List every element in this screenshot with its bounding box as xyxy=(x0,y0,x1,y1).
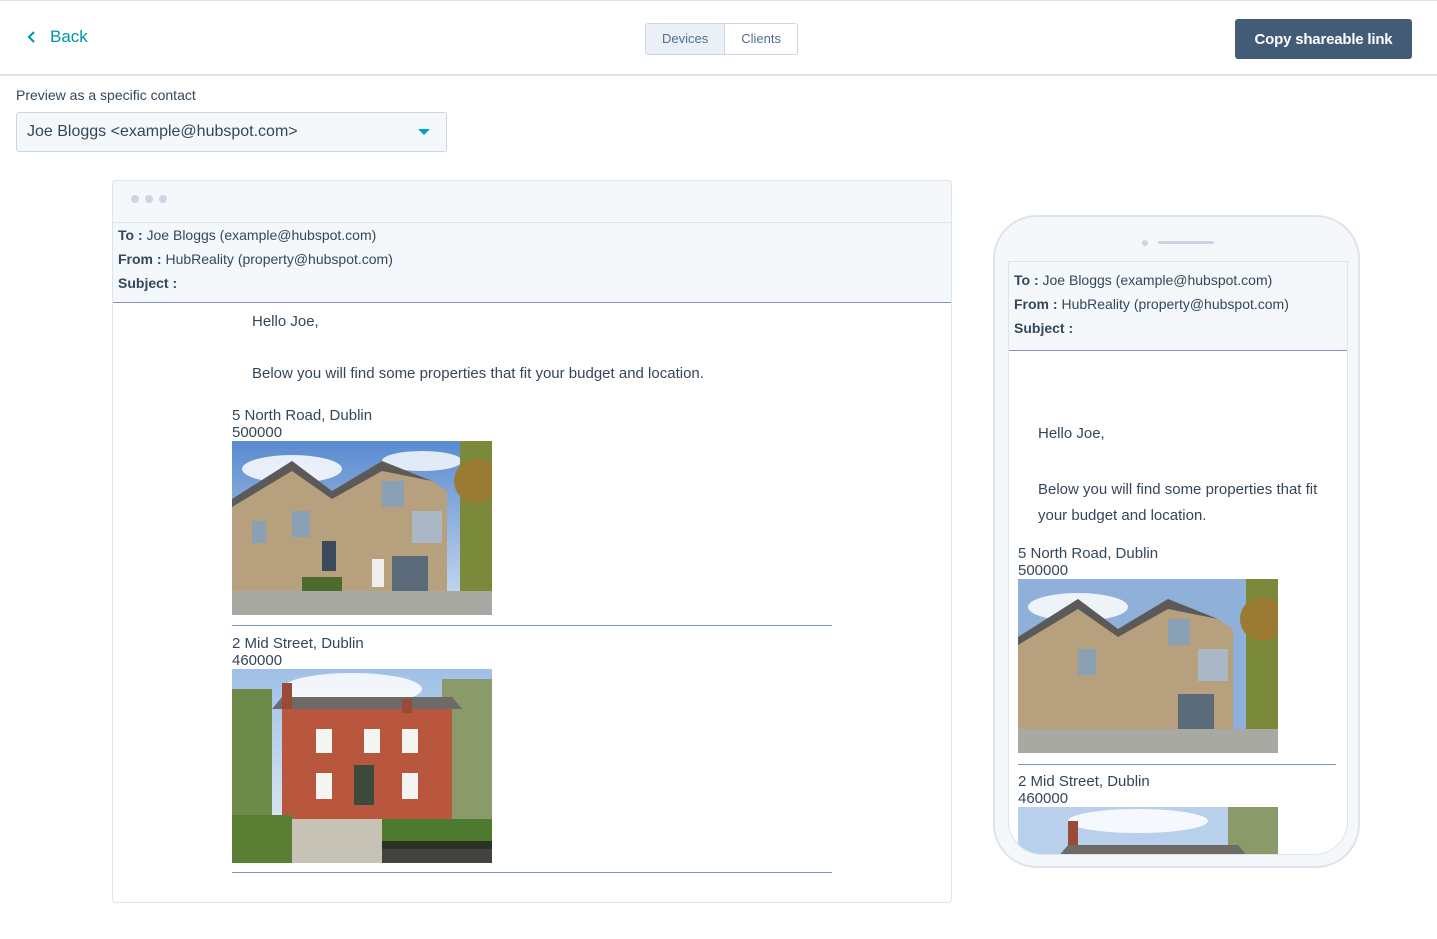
caret-down-icon xyxy=(418,129,430,135)
to-value: Joe Bloggs (example@hubspot.com) xyxy=(146,227,377,243)
tab-devices[interactable]: Devices xyxy=(646,24,726,54)
contact-select[interactable]: Joe Bloggs <example@hubspot.com> xyxy=(16,112,447,152)
preview-contact-label: Preview as a specific contact xyxy=(16,87,196,103)
window-bar xyxy=(113,181,951,223)
property-price: 500000 xyxy=(232,424,283,441)
property-item: 2 Mid Street, Dublin 460000 xyxy=(232,635,492,863)
property-photo-red-brick-house[interactable] xyxy=(1018,807,1278,855)
property-item: 5 North Road, Dublin 500000 xyxy=(1018,545,1278,753)
property-photo-modern-terrace[interactable] xyxy=(232,441,492,615)
copy-shareable-link-button[interactable]: Copy shareable link xyxy=(1235,19,1412,59)
from-label: From : xyxy=(1014,296,1058,312)
intro-text: Below you will find some properties that… xyxy=(1038,481,1318,524)
from-value: HubReality (property@hubspot.com) xyxy=(1061,296,1289,312)
phone-speaker-icon xyxy=(1158,241,1214,244)
subject-row: Subject : xyxy=(118,273,946,297)
property-item: 2 Mid Street, Dublin 460000 xyxy=(1018,773,1278,855)
view-toggle: Devices Clients xyxy=(645,23,798,55)
property-photo-modern-terrace[interactable] xyxy=(1018,579,1278,753)
subject-label: Subject : xyxy=(1014,320,1074,336)
property-address: 2 Mid Street, Dublin xyxy=(1018,773,1150,790)
to-row: To : Joe Bloggs (example@hubspot.com) xyxy=(118,225,946,249)
to-label: To : xyxy=(1014,272,1039,288)
greeting: Hello Joe, xyxy=(252,313,319,330)
divider xyxy=(232,625,832,626)
preview-header: Back Devices Clients Copy shareable link xyxy=(0,0,1437,76)
back-label: Back xyxy=(50,27,88,46)
property-photo-red-brick-house[interactable] xyxy=(232,669,492,863)
window-dot-icon xyxy=(145,195,153,203)
intro-text: Below you will find some properties that… xyxy=(252,365,704,382)
window-dot-icon xyxy=(159,195,167,203)
to-value: Joe Bloggs (example@hubspot.com) xyxy=(1042,272,1273,288)
property-price: 460000 xyxy=(232,652,283,669)
tab-clients[interactable]: Clients xyxy=(725,24,797,54)
window-dot-icon xyxy=(131,195,139,203)
subject-label: Subject : xyxy=(118,275,178,291)
from-row: From : HubReality (property@hubspot.com) xyxy=(118,249,946,273)
divider xyxy=(232,872,832,873)
from-row: From : HubReality (property@hubspot.com) xyxy=(1014,294,1342,318)
property-item: 5 North Road, Dublin 500000 xyxy=(232,407,492,615)
from-label: From : xyxy=(118,251,162,267)
divider xyxy=(1018,764,1336,765)
phone-camera-icon xyxy=(1142,240,1148,246)
property-address: 5 North Road, Dublin xyxy=(1018,545,1159,562)
property-address: 5 North Road, Dublin xyxy=(232,407,373,424)
from-value: HubReality (property@hubspot.com) xyxy=(165,251,393,267)
subject-row: Subject : xyxy=(1014,318,1342,342)
email-headers: To : Joe Bloggs (example@hubspot.com) Fr… xyxy=(1009,262,1347,351)
desktop-preview: To : Joe Bloggs (example@hubspot.com) Fr… xyxy=(112,180,952,903)
greeting: Hello Joe, xyxy=(1038,425,1105,442)
property-price: 500000 xyxy=(1018,562,1069,579)
property-address: 2 Mid Street, Dublin xyxy=(232,635,364,652)
mobile-screen: To : Joe Bloggs (example@hubspot.com) Fr… xyxy=(1008,261,1348,855)
back-button[interactable]: Back xyxy=(26,27,88,47)
email-headers: To : Joe Bloggs (example@hubspot.com) Fr… xyxy=(113,223,951,303)
to-row: To : Joe Bloggs (example@hubspot.com) xyxy=(1014,270,1342,294)
property-price: 460000 xyxy=(1018,790,1069,807)
contact-select-value: Joe Bloggs <example@hubspot.com> xyxy=(27,123,298,140)
to-label: To : xyxy=(118,227,143,243)
mobile-preview: To : Joe Bloggs (example@hubspot.com) Fr… xyxy=(993,215,1360,868)
chevron-left-icon xyxy=(27,31,35,43)
